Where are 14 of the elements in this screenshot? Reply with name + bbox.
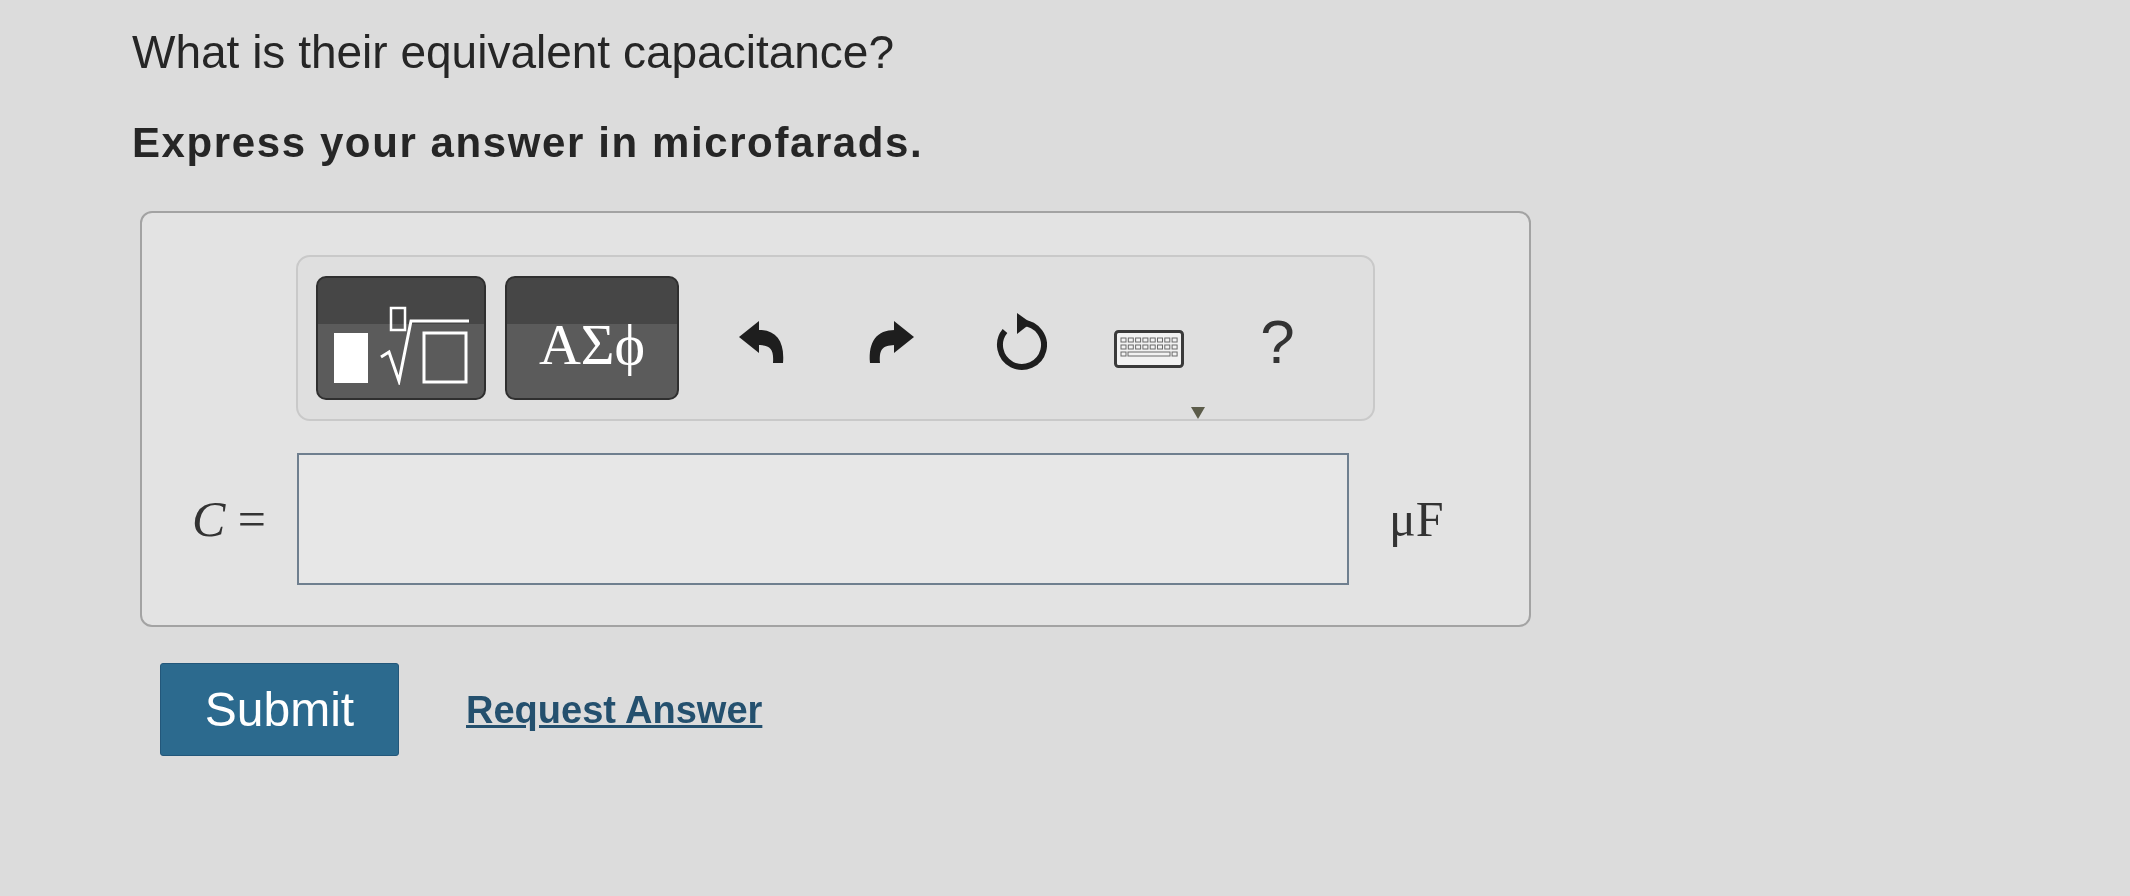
instruction-text: Express your answer in microfarads. xyxy=(132,118,924,168)
submit-button[interactable]: Submit xyxy=(160,663,399,756)
help-button[interactable]: ? xyxy=(1256,311,1299,373)
templates-button[interactable] xyxy=(316,276,486,400)
variable-label: C = xyxy=(192,494,267,544)
undo-arrow-icon xyxy=(737,320,786,364)
keyboard-button[interactable] xyxy=(1111,328,1186,370)
question-text: What is their equivalent capacitance? xyxy=(132,25,894,80)
radical-template-icon xyxy=(331,305,471,385)
answer-field[interactable] xyxy=(297,453,1350,585)
keyboard-icon xyxy=(1113,330,1184,368)
caret-icon[interactable] xyxy=(1191,407,1205,419)
symbols-button[interactable]: ΑΣϕ xyxy=(505,276,679,400)
request-answer-link[interactable]: Request Answer xyxy=(466,686,763,733)
